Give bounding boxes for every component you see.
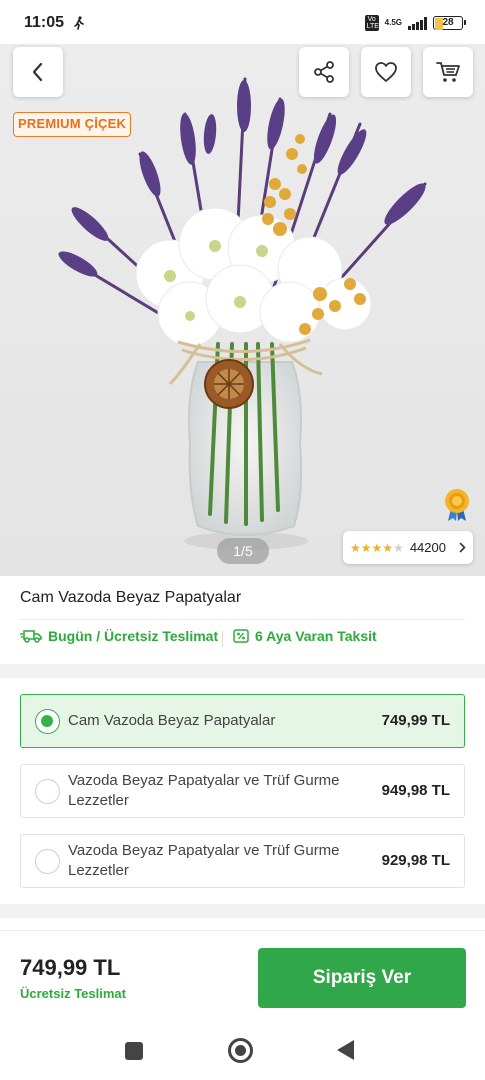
star-empty-icon: ★: [393, 540, 404, 555]
free-delivery-note: Ücretsiz Teslimat: [20, 986, 126, 1001]
checkout-bar: 749,99 TL Ücretsiz Teslimat Sipariş Ver: [0, 930, 485, 1028]
star-filled-icon: ★: [371, 540, 383, 555]
share-icon: [314, 61, 334, 83]
option-price: 749,99 TL: [381, 712, 450, 729]
option-item[interactable]: Vazoda Beyaz Papatyalar ve Trüf Gurme Le…: [20, 834, 465, 888]
volte-badge: Vo LTE: [364, 15, 379, 31]
chevron-right-icon: [459, 542, 466, 553]
recents-button[interactable]: [125, 1042, 143, 1060]
star-filled-icon: ★: [360, 540, 372, 555]
rating-count: 44200: [409, 540, 446, 555]
installment-perk: 6 Aya Varan Taksit: [233, 628, 377, 644]
installment-perk-label: 6 Aya Varan Taksit: [255, 628, 377, 644]
system-nav-bar: [0, 1028, 485, 1080]
star-filled-icon: ★: [382, 540, 394, 555]
delivery-truck-icon: [20, 630, 42, 643]
total-price: 749,99 TL: [20, 955, 121, 980]
delivery-perk: Bugün / Ücretsiz Teslimat: [20, 628, 218, 644]
status-bar: 11:05 Vo LTE 4.5G 28: [0, 0, 485, 46]
radio-selected-dot: [41, 715, 53, 727]
battery-level: 28: [442, 17, 454, 28]
home-button[interactable]: [228, 1038, 253, 1063]
network-type: 4.5G: [384, 18, 402, 27]
option-label: Cam Vazoda Beyaz Papatyalar: [68, 712, 276, 729]
signal-icon: [408, 16, 427, 30]
chevron-left-icon: [32, 62, 43, 82]
radio-button[interactable]: [35, 849, 60, 874]
rating-chip[interactable]: ★ ★ ★ ★ ★ 44200: [343, 531, 473, 564]
cart-icon: [436, 62, 460, 82]
rating-stars: ★ ★ ★ ★ ★: [350, 542, 404, 554]
perk-separator: [222, 631, 223, 647]
star-filled-icon: ★: [350, 540, 361, 555]
cart-button[interactable]: [423, 47, 473, 97]
status-indicators: Vo LTE 4.5G 28: [364, 15, 466, 31]
product-image-gallery[interactable]: PREMIUM ÇİÇEK ★ ★ ★ ★ ★ 44200 1/5: [0, 44, 485, 576]
order-button[interactable]: Sipariş Ver: [258, 948, 466, 1008]
product-title: Cam Vazoda Beyaz Papatyalar: [20, 589, 242, 606]
option-price: 949,98 TL: [381, 782, 450, 799]
image-pager: 1/5: [217, 538, 269, 564]
radio-button[interactable]: [35, 779, 60, 804]
radio-button[interactable]: [35, 709, 60, 734]
favorite-button[interactable]: [361, 47, 411, 97]
product-options: Cam Vazoda Beyaz Papatyalar 749,99 TL Va…: [0, 678, 485, 904]
share-button[interactable]: [299, 47, 349, 97]
option-item[interactable]: Vazoda Beyaz Papatyalar ve Trüf Gurme Le…: [20, 764, 465, 818]
installment-card-icon: [233, 629, 249, 643]
premium-badge: PREMIUM ÇİÇEK: [13, 112, 132, 137]
award-icon: [445, 489, 469, 521]
walking-icon: [74, 16, 84, 30]
battery-icon: 28: [433, 16, 466, 30]
option-item[interactable]: Cam Vazoda Beyaz Papatyalar 749,99 TL: [20, 694, 465, 748]
heart-icon: [375, 62, 397, 82]
option-price: 929,98 TL: [381, 852, 450, 869]
section-gap: [0, 664, 485, 678]
status-time: 11:05: [24, 14, 65, 31]
system-back-button[interactable]: [337, 1040, 354, 1060]
option-label: Vazoda Beyaz Papatyalar ve Trüf Gurme Le…: [68, 842, 340, 879]
product-info: Cam Vazoda Beyaz Papatyalar Bugün / Ücre…: [0, 576, 485, 664]
back-button[interactable]: [13, 47, 63, 97]
section-gap: [0, 904, 485, 918]
divider: [20, 619, 465, 620]
option-label: Vazoda Beyaz Papatyalar ve Trüf Gurme Le…: [68, 772, 340, 809]
delivery-perk-label: Bugün / Ücretsiz Teslimat: [48, 628, 219, 644]
